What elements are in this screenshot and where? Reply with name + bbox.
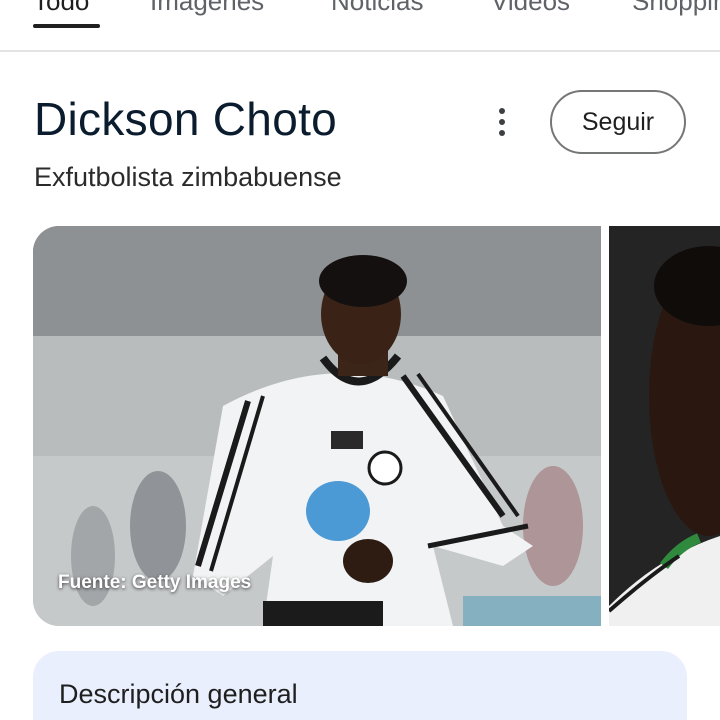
tab-videos[interactable]: Videos <box>491 0 570 17</box>
overview-card[interactable]: Descripción general <box>33 651 687 720</box>
entity-subtitle: Exfutbolista zimbabuense <box>34 162 342 192</box>
tab-shopping[interactable]: Shopping <box>632 0 720 17</box>
search-tabs: Todo Imágenes Noticias Videos Shopping <box>0 0 720 52</box>
active-tab-indicator <box>33 24 100 28</box>
image-source-caption: Fuente: Getty Images <box>58 572 252 593</box>
more-vert-icon[interactable] <box>486 104 518 140</box>
player-portrait-illustration <box>609 226 720 626</box>
overview-title: Descripción general <box>59 679 298 709</box>
follow-button[interactable]: Seguir <box>550 90 686 154</box>
entity-title: Dickson Choto <box>34 93 338 145</box>
tab-imagenes[interactable]: Imágenes <box>150 0 264 17</box>
tab-todo[interactable]: Todo <box>33 0 89 17</box>
tab-noticias[interactable]: Noticias <box>331 0 423 17</box>
player-photo[interactable] <box>33 226 601 626</box>
player-portrait[interactable] <box>609 226 720 626</box>
player-photo-illustration <box>33 226 601 626</box>
